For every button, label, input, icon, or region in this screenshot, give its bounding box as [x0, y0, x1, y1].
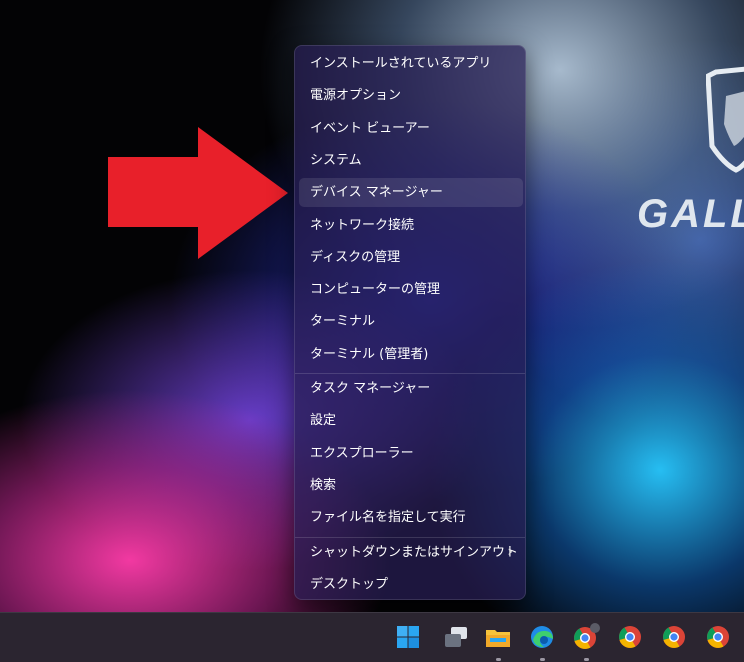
- menu-item-label: イベント ビューアー: [310, 120, 430, 136]
- menu-item[interactable]: ネットワーク接続: [299, 211, 523, 240]
- edge-browser-icon[interactable]: [526, 621, 558, 661]
- menu-item[interactable]: ターミナル: [299, 307, 523, 336]
- chrome-icon[interactable]: [614, 621, 646, 653]
- red-arrow-annotation: [108, 127, 288, 259]
- galleria-logo-text: GALL: [637, 192, 744, 236]
- menu-item[interactable]: シャットダウンまたはサインアウト ›: [299, 538, 523, 567]
- winx-context-menu: インストールされているアプリ 電源オプションイベント ビューアー システムデバイス …: [294, 45, 526, 600]
- menu-item[interactable]: インストールされているアプリ: [299, 49, 523, 78]
- galleria-shield-logo: [706, 66, 744, 173]
- menu-item[interactable]: 設定: [299, 406, 523, 435]
- chrome-icon[interactable]: [702, 621, 734, 653]
- menu-item-label: タスク マネージャー: [310, 381, 431, 396]
- menu-item-label: デバイス マネージャー: [310, 185, 443, 201]
- desktop-wallpaper: GALL インストールされているアプリ電源オプションイベント ビューアーシステム…: [0, 0, 744, 612]
- menu-item[interactable]: ファイル名を指定して実行: [299, 503, 523, 532]
- menu-item-label: インストールされているアプリ: [310, 56, 492, 71]
- menu-item[interactable]: タスク マネージャー: [299, 374, 523, 403]
- windows-start-icon[interactable]: [392, 621, 424, 653]
- chrome-profile-icon[interactable]: [570, 621, 602, 661]
- task-view-icon[interactable]: [440, 621, 472, 653]
- menu-item-label: シャットダウンまたはサインアウト: [310, 544, 519, 560]
- menu-item-label: エクスプローラー: [310, 445, 414, 461]
- menu-item-label: 電源オプション: [310, 88, 402, 104]
- menu-item-label: ネットワーク接続: [310, 217, 415, 233]
- menu-item[interactable]: コンピューターの管理: [299, 275, 523, 304]
- menu-item[interactable]: エクスプローラー: [299, 439, 523, 468]
- menu-item[interactable]: イベント ビューアー: [299, 114, 523, 143]
- menu-item[interactable]: デバイス マネージャー: [299, 178, 523, 208]
- menu-item[interactable]: ディスクの管理: [299, 243, 523, 272]
- menu-item-label: 検索: [310, 477, 337, 493]
- menu-item[interactable]: システム: [299, 146, 523, 175]
- menu-item-label: デスクトップ: [310, 576, 389, 592]
- menu-item-label: コンピューターの管理: [310, 282, 441, 298]
- menu-item-label: 設定: [310, 413, 337, 429]
- menu-item-label: ターミナル: [310, 314, 376, 330]
- menu-item-label: ターミナル (管理者): [310, 346, 429, 362]
- taskbar: [0, 612, 744, 662]
- file-explorer-icon[interactable]: [482, 621, 514, 661]
- menu-item-label: システム: [310, 152, 362, 168]
- chrome-icon[interactable]: [658, 621, 690, 653]
- menu-item[interactable]: 検索: [299, 471, 523, 500]
- menu-item-label: ファイル名を指定して実行: [310, 510, 466, 526]
- menu-item[interactable]: デスクトップ: [299, 570, 523, 599]
- menu-item-label: ディスクの管理: [310, 249, 401, 265]
- menu-item[interactable]: 電源オプション: [299, 81, 523, 110]
- menu-item[interactable]: ターミナル (管理者): [299, 340, 523, 369]
- chevron-right-icon: ›: [507, 543, 513, 560]
